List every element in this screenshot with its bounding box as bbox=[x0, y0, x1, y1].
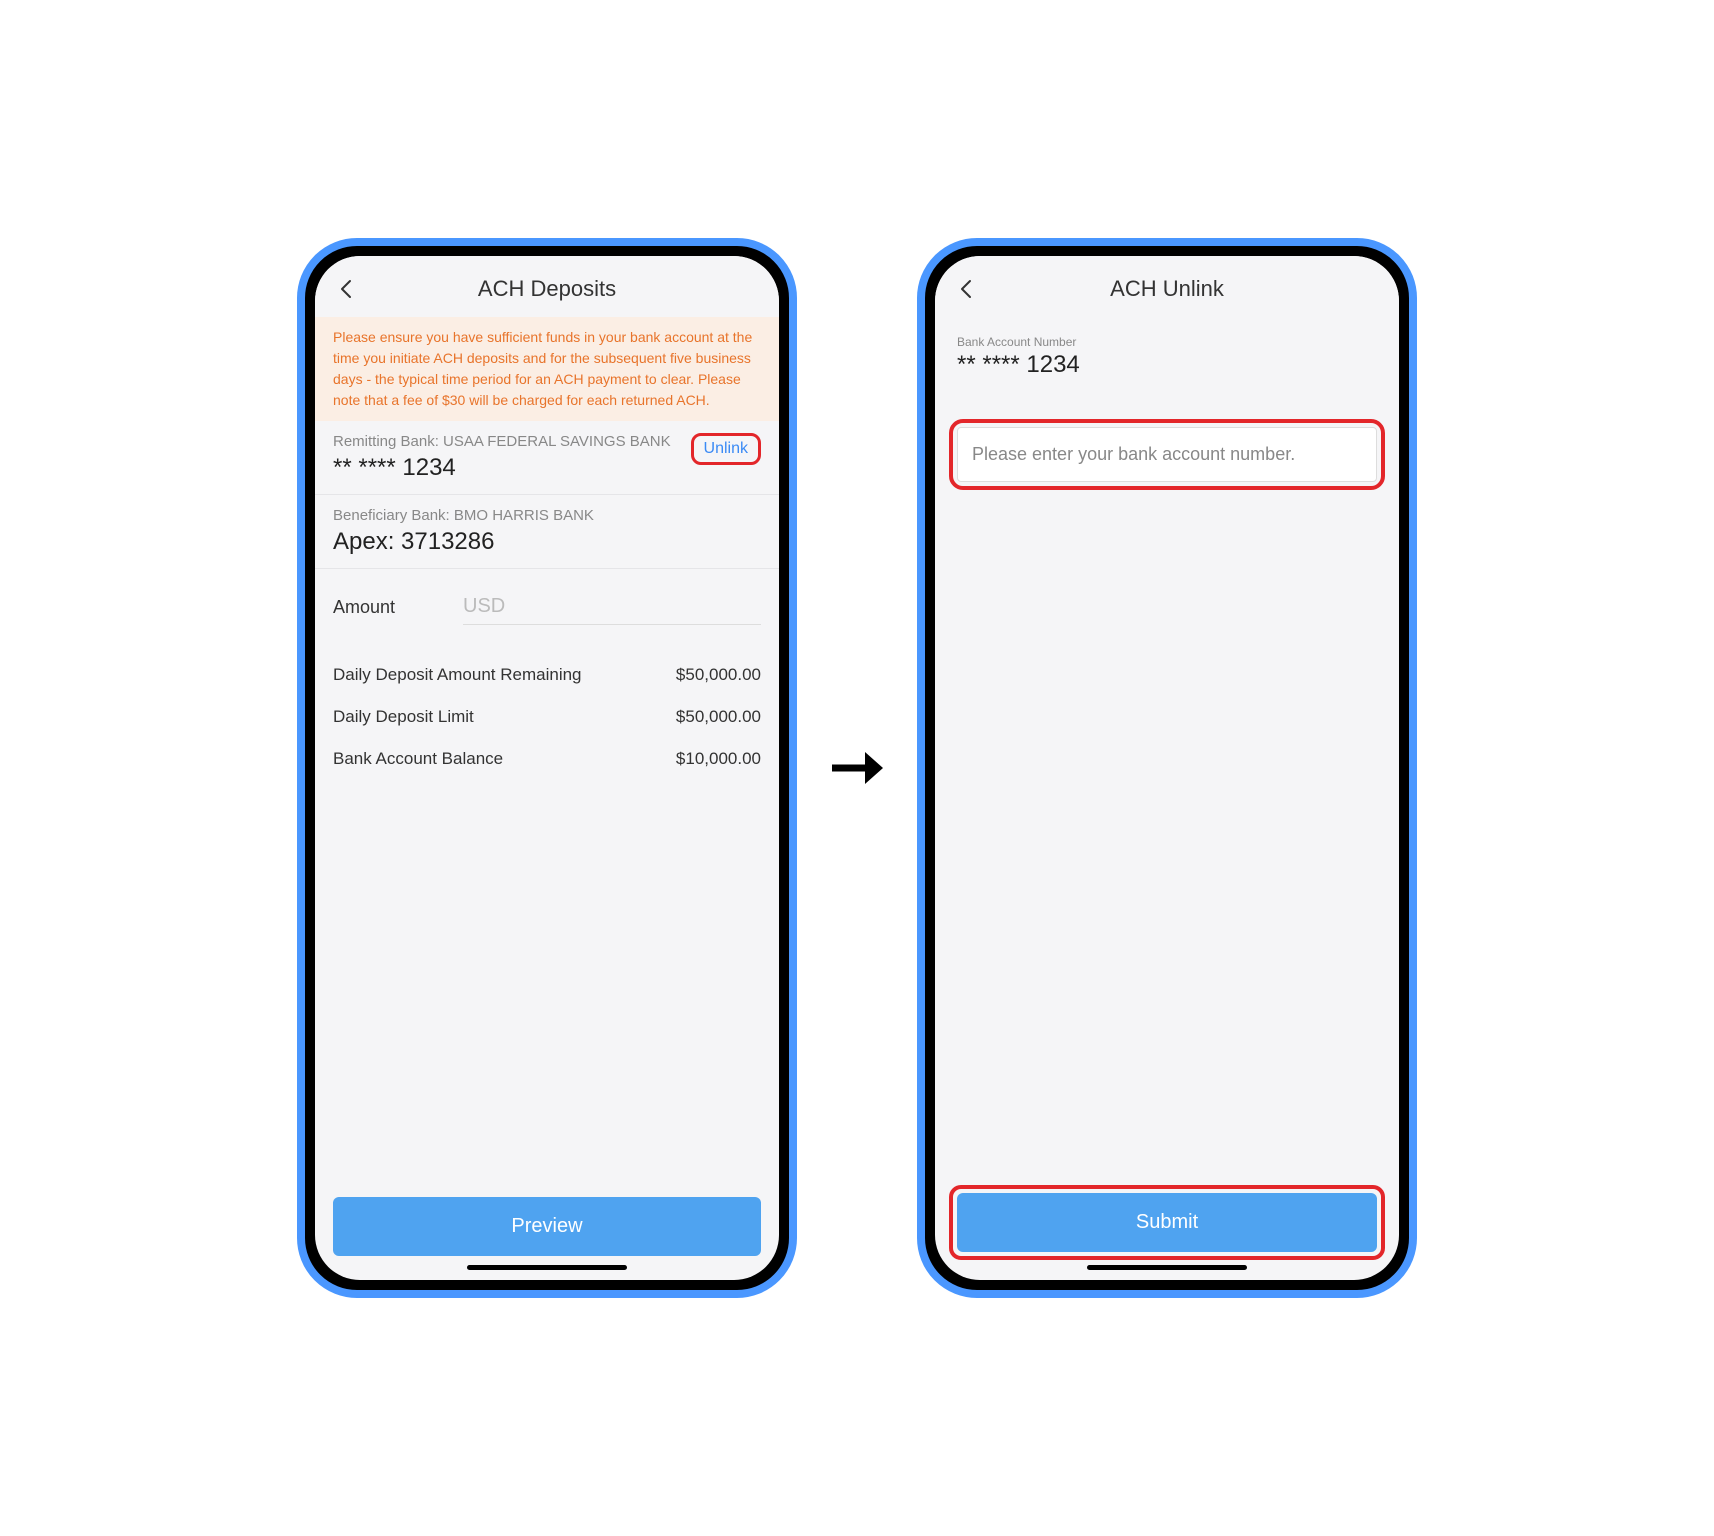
warning-banner: Please ensure you have sufficient funds … bbox=[315, 317, 779, 421]
account-input-highlight bbox=[949, 419, 1385, 490]
stats-section: Daily Deposit Amount Remaining $50,000.0… bbox=[315, 635, 779, 791]
header: ACH Deposits bbox=[315, 256, 779, 317]
header: ACH Unlink bbox=[935, 256, 1399, 317]
bank-account-label: Bank Account Number bbox=[957, 335, 1377, 349]
page-title: ACH Deposits bbox=[359, 276, 735, 302]
account-number-input[interactable] bbox=[972, 444, 1362, 465]
stat-row-balance: Bank Account Balance $10,000.00 bbox=[333, 749, 761, 769]
stat-value: $10,000.00 bbox=[676, 749, 761, 769]
page-title: ACH Unlink bbox=[979, 276, 1355, 302]
stat-label: Bank Account Balance bbox=[333, 749, 503, 769]
screen-ach-deposits: ACH Deposits Please ensure you have suff… bbox=[315, 256, 779, 1280]
screen-ach-unlink: ACH Unlink Bank Account Number ** **** 1… bbox=[935, 256, 1399, 1280]
stat-value: $50,000.00 bbox=[676, 665, 761, 685]
beneficiary-bank-section: Beneficiary Bank: BMO HARRIS BANK Apex: … bbox=[315, 495, 779, 569]
phone-device-left: ACH Deposits Please ensure you have suff… bbox=[297, 238, 797, 1298]
stat-row-remaining: Daily Deposit Amount Remaining $50,000.0… bbox=[333, 665, 761, 685]
unlink-button[interactable]: Unlink bbox=[691, 433, 761, 465]
account-input-box bbox=[957, 427, 1377, 482]
amount-input[interactable] bbox=[463, 589, 761, 625]
remitting-bank-section: Remitting Bank: USAA FEDERAL SAVINGS BAN… bbox=[315, 421, 779, 495]
stat-value: $50,000.00 bbox=[676, 707, 761, 727]
home-indicator[interactable] bbox=[1087, 1265, 1247, 1270]
submit-button[interactable]: Submit bbox=[957, 1193, 1377, 1252]
apex-number: Apex: 3713286 bbox=[333, 528, 761, 556]
preview-button[interactable]: Preview bbox=[333, 1197, 761, 1256]
stat-label: Daily Deposit Amount Remaining bbox=[333, 665, 582, 685]
remitting-bank-label: Remitting Bank: USAA FEDERAL SAVINGS BAN… bbox=[333, 433, 691, 450]
stat-label: Daily Deposit Limit bbox=[333, 707, 474, 727]
amount-row: Amount bbox=[315, 569, 779, 635]
flow-arrow bbox=[827, 738, 887, 798]
back-icon[interactable] bbox=[955, 277, 979, 301]
back-icon[interactable] bbox=[335, 277, 359, 301]
beneficiary-bank-label: Beneficiary Bank: BMO HARRIS BANK bbox=[333, 507, 761, 524]
bank-account-section: Bank Account Number ** **** 1234 bbox=[935, 317, 1399, 389]
home-indicator[interactable] bbox=[467, 1265, 627, 1270]
remitting-account-number: ** **** 1234 bbox=[333, 454, 691, 482]
amount-label: Amount bbox=[333, 597, 463, 618]
bank-account-masked: ** **** 1234 bbox=[957, 351, 1377, 379]
submit-button-highlight: Submit bbox=[949, 1185, 1385, 1260]
stat-row-limit: Daily Deposit Limit $50,000.00 bbox=[333, 707, 761, 727]
phone-device-right: ACH Unlink Bank Account Number ** **** 1… bbox=[917, 238, 1417, 1298]
